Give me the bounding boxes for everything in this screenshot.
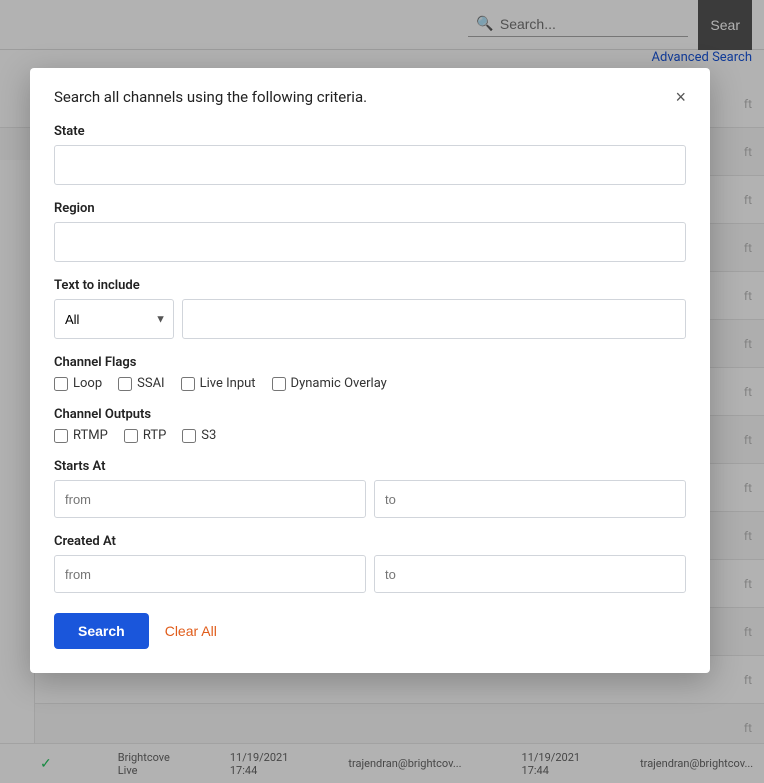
advanced-search-modal: Search all channels using the following … — [30, 68, 710, 673]
text-include-section: Text to include All Name Description Tag… — [54, 278, 686, 339]
text-select-wrapper: All Name Description Tags ▼ — [54, 299, 174, 339]
flag-loop-item[interactable]: Loop — [54, 376, 102, 391]
text-include-input[interactable] — [182, 299, 686, 339]
output-rtp-item[interactable]: RTP — [124, 428, 166, 443]
starts-at-from-input[interactable] — [54, 480, 366, 518]
flag-live-input-checkbox[interactable] — [181, 377, 195, 391]
modal-title: Search all channels using the following … — [54, 88, 367, 106]
region-label: Region — [54, 201, 686, 216]
channel-flags-section: Channel Flags Loop SSAI Live Input Dynam… — [54, 355, 686, 391]
flag-ssai-checkbox[interactable] — [118, 377, 132, 391]
state-label: State — [54, 124, 686, 139]
flags-group: Loop SSAI Live Input Dynamic Overlay — [54, 376, 686, 391]
text-include-row: All Name Description Tags ▼ — [54, 299, 686, 339]
created-at-label: Created At — [54, 534, 686, 549]
output-s3-label: S3 — [201, 428, 216, 443]
outputs-group: RTMP RTP S3 — [54, 428, 686, 443]
state-section: State — [54, 124, 686, 185]
starts-at-section: Starts At — [54, 459, 686, 518]
clear-all-button[interactable]: Clear All — [165, 623, 217, 639]
created-at-range — [54, 555, 686, 593]
output-rtp-checkbox[interactable] — [124, 429, 138, 443]
starts-at-to-input[interactable] — [374, 480, 686, 518]
flag-loop-label: Loop — [73, 376, 102, 391]
flag-dynamic-overlay-checkbox[interactable] — [272, 377, 286, 391]
output-s3-checkbox[interactable] — [182, 429, 196, 443]
text-select[interactable]: All Name Description Tags — [54, 299, 174, 339]
created-at-to-input[interactable] — [374, 555, 686, 593]
modal-header: Search all channels using the following … — [54, 88, 686, 106]
flag-live-input-item[interactable]: Live Input — [181, 376, 256, 391]
text-include-label: Text to include — [54, 278, 686, 293]
created-at-from-input[interactable] — [54, 555, 366, 593]
flag-dynamic-overlay-label: Dynamic Overlay — [291, 376, 387, 391]
output-rtmp-label: RTMP — [73, 428, 108, 443]
flag-ssai-label: SSAI — [137, 376, 164, 391]
output-rtmp-item[interactable]: RTMP — [54, 428, 108, 443]
channel-outputs-section: Channel Outputs RTMP RTP S3 — [54, 407, 686, 443]
action-row: Search Clear All — [54, 613, 686, 649]
flag-live-input-label: Live Input — [200, 376, 256, 391]
starts-at-label: Starts At — [54, 459, 686, 474]
flag-ssai-item[interactable]: SSAI — [118, 376, 164, 391]
search-button[interactable]: Search — [54, 613, 149, 649]
flag-loop-checkbox[interactable] — [54, 377, 68, 391]
starts-at-range — [54, 480, 686, 518]
output-rtmp-checkbox[interactable] — [54, 429, 68, 443]
state-input[interactable] — [54, 145, 686, 185]
output-rtp-label: RTP — [143, 428, 166, 443]
region-section: Region — [54, 201, 686, 262]
created-at-section: Created At — [54, 534, 686, 593]
region-input[interactable] — [54, 222, 686, 262]
output-s3-item[interactable]: S3 — [182, 428, 216, 443]
channel-outputs-label: Channel Outputs — [54, 407, 686, 422]
channel-flags-label: Channel Flags — [54, 355, 686, 370]
close-button[interactable]: × — [675, 88, 686, 106]
flag-dynamic-overlay-item[interactable]: Dynamic Overlay — [272, 376, 387, 391]
